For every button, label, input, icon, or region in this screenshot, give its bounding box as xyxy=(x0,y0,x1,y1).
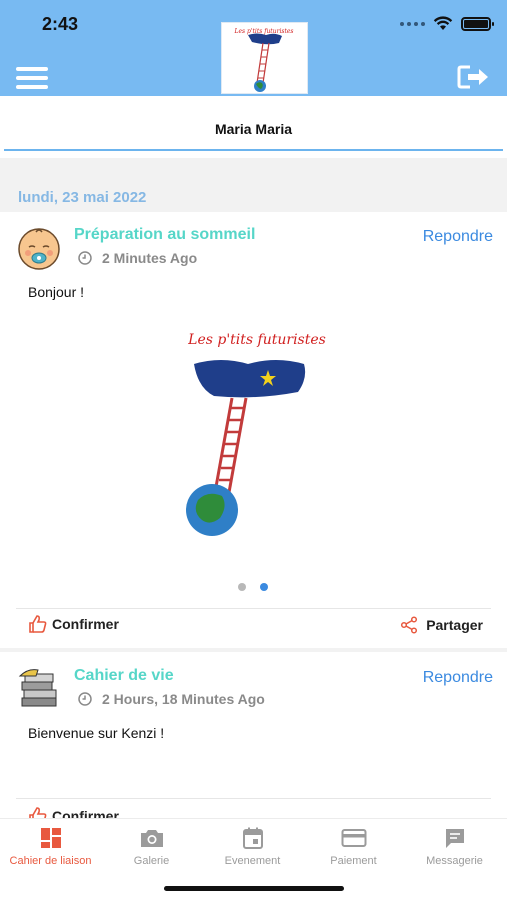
share-label: Partager xyxy=(426,617,483,633)
share-icon xyxy=(401,616,418,634)
tab-label: Messagerie xyxy=(426,855,483,867)
logo-text: Les p'tits futuristes xyxy=(233,28,293,35)
confirm-label: Confirmer xyxy=(52,616,119,632)
tab-label: Paiement xyxy=(330,855,377,867)
status-indicators xyxy=(400,16,494,31)
wifi-icon xyxy=(433,16,453,30)
carousel-dot[interactable] xyxy=(238,583,246,591)
logout-icon[interactable] xyxy=(457,64,491,90)
home-indicator xyxy=(164,886,344,891)
app-logo: Les p'tits futuristes xyxy=(221,22,308,94)
post-image-text: Les p'tits futuristes xyxy=(187,332,326,348)
carousel-dot-active[interactable] xyxy=(260,583,268,591)
post-divider xyxy=(16,798,491,799)
post-image[interactable]: Les p'tits futuristes xyxy=(176,326,338,536)
thumbs-up-icon xyxy=(29,615,47,633)
post-body: Bienvenue sur Kenzi ! xyxy=(28,725,165,741)
battery-icon xyxy=(461,16,494,31)
post-timestamp: 2 Minutes Ago xyxy=(78,250,197,266)
baby-avatar-icon xyxy=(18,228,60,270)
post-timestamp: 2 Hours, 18 Minutes Ago xyxy=(78,691,265,707)
reply-button[interactable]: Repondre xyxy=(423,228,493,246)
tab-paiement[interactable]: Paiement xyxy=(303,819,404,875)
post-divider xyxy=(16,608,491,609)
books-avatar-icon xyxy=(18,669,57,707)
tab-label: Cahier de liaison xyxy=(9,855,92,867)
camera-icon xyxy=(140,830,163,847)
credit-card-icon xyxy=(341,829,366,847)
hamburger-menu-icon[interactable] xyxy=(16,67,48,89)
signal-icon xyxy=(400,21,425,26)
tab-label: Galerie xyxy=(133,855,170,867)
clock-icon xyxy=(78,251,92,265)
post-body: Bonjour ! xyxy=(28,284,85,300)
share-button[interactable]: Partager xyxy=(400,616,483,634)
tab-galerie[interactable]: Galerie xyxy=(101,819,202,875)
clock-icon xyxy=(78,692,92,706)
post-title: Préparation au sommeil xyxy=(74,226,256,243)
tab-label: Evenement xyxy=(224,855,281,867)
status-time: 2:43 xyxy=(42,14,79,34)
tab-messagerie[interactable]: Messagerie xyxy=(404,819,505,875)
post-title: Cahier de vie xyxy=(74,667,174,684)
post-time-text: 2 Minutes Ago xyxy=(102,250,198,266)
carousel-indicator xyxy=(238,583,268,591)
feed-date: lundi, 23 mai 2022 xyxy=(18,189,147,206)
reply-button[interactable]: Repondre xyxy=(423,669,493,687)
calendar-icon xyxy=(242,827,263,849)
child-name-underline xyxy=(4,149,503,151)
tab-evenement[interactable]: Evenement xyxy=(202,819,303,875)
child-selector[interactable]: Maria Maria xyxy=(0,96,507,158)
app-header: 2:43 Les p'tits futuristes xyxy=(0,0,507,96)
confirm-button[interactable]: Confirmer xyxy=(28,614,119,634)
post-time-text: 2 Hours, 18 Minutes Ago xyxy=(102,691,265,707)
child-name: Maria Maria xyxy=(214,121,293,137)
dashboard-icon xyxy=(40,828,61,848)
message-icon xyxy=(445,829,464,848)
tab-cahier-de-liaison[interactable]: Cahier de liaison xyxy=(0,819,101,875)
